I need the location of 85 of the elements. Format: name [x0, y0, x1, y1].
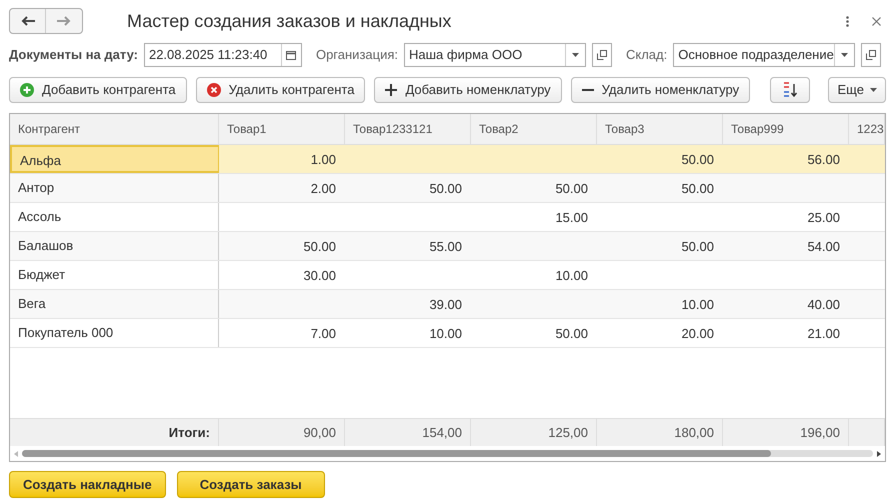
table-cell: Ассоль [10, 203, 219, 231]
field-label: Организация: [316, 46, 398, 64]
calendar-icon [286, 50, 296, 60]
field-label: Склад: [626, 46, 668, 64]
table-row[interactable]: Ассоль 15.00 25.00 [10, 203, 885, 232]
action-button[interactable]: Создать заказы [176, 471, 325, 498]
toolbar-button[interactable]: Добавить контрагента [9, 77, 187, 103]
add-icon [20, 83, 34, 97]
dropdown-icon [841, 53, 848, 57]
table-cell: Вега [10, 290, 219, 318]
table-cell: 2.00 [310, 181, 336, 196]
sort-button[interactable] [770, 77, 810, 103]
table-cell: 50.00 [681, 239, 714, 254]
field-label: Документы на дату: [9, 46, 138, 64]
back-icon [20, 16, 34, 26]
table-cell: Альфа [10, 145, 219, 173]
plus-icon [385, 84, 398, 96]
scroll-right-icon[interactable] [877, 450, 881, 456]
select-field[interactable]: Наша фирма ООО [404, 43, 586, 67]
caret-icon [870, 88, 877, 92]
table-cell: 21.00 [807, 326, 840, 341]
table-cell: 39.00 [429, 297, 462, 312]
table-cell: 50.00 [555, 181, 588, 196]
total-cell: 196,00 [800, 425, 840, 440]
close-icon [872, 16, 880, 26]
table-cell: Покупатель 000 [10, 319, 219, 347]
total-cell: 154,00 [422, 425, 462, 440]
table-cell: 50.00 [429, 181, 462, 196]
table-row[interactable]: Вега 39.00 10.00 40.00 [10, 290, 885, 319]
toolbar-button[interactable]: Добавить номенклатуру [374, 77, 562, 103]
delete-icon [206, 83, 221, 97]
window-title: Мастер создания заказов и накладных [127, 10, 452, 33]
table-row[interactable]: Бюджет 30.00 10.00 [10, 261, 885, 290]
open-icon [866, 50, 876, 60]
table-cell: 10.00 [555, 268, 588, 283]
table-cell: 50.00 [555, 326, 588, 341]
toolbar-button[interactable]: Удалить контрагента [196, 77, 366, 103]
table-cell: 10.00 [429, 326, 462, 341]
table-cell: 50.00 [681, 181, 714, 196]
table-cell: 40.00 [807, 297, 840, 312]
more-button[interactable]: Еще [828, 77, 886, 103]
more-icon [846, 16, 848, 26]
column-header[interactable]: Товар1 [219, 114, 345, 144]
table-cell: 25.00 [807, 210, 840, 225]
sort-icon [782, 82, 798, 98]
column-header[interactable]: Товар999 [723, 114, 849, 144]
column-header[interactable]: 1223 [849, 114, 885, 144]
column-header[interactable]: Контрагент [10, 114, 219, 144]
table-cell: 30.00 [303, 268, 336, 283]
scrollbar-thumb[interactable] [22, 450, 771, 457]
close-button[interactable] [869, 14, 883, 28]
table-cell: 10.00 [681, 297, 714, 312]
toolbar-button[interactable]: Удалить номенклатуру [570, 77, 750, 103]
dropdown-icon [572, 53, 579, 57]
column-header[interactable]: Товар3 [597, 114, 723, 144]
table-cell: 1.00 [310, 152, 336, 167]
open-button[interactable] [861, 43, 882, 67]
table-cell: 50.00 [681, 152, 714, 167]
column-header[interactable]: Товар2 [471, 114, 597, 144]
select-field[interactable]: Основное подразделение [673, 43, 856, 67]
open-icon [597, 50, 607, 60]
total-cell: 90,00 [303, 425, 336, 440]
total-cell: 125,00 [548, 425, 588, 440]
table-cell: 7.00 [310, 326, 336, 341]
table-cell: Бюджет [10, 261, 219, 289]
minus-icon [582, 88, 594, 92]
table-row[interactable]: Антор 2.00 50.00 50.00 50.00 [10, 174, 885, 203]
table-cell: 15.00 [555, 210, 588, 225]
table-cell: 56.00 [807, 152, 840, 167]
table-cell: 50.00 [303, 239, 336, 254]
open-button[interactable] [592, 43, 612, 67]
table-row[interactable]: Балашов 50.00 55.00 50.00 54.00 [10, 232, 885, 261]
table-cell: Антор [10, 174, 219, 202]
total-cell: 180,00 [674, 425, 714, 440]
date-field[interactable]: 22.08.2025 11:23:40 [144, 43, 302, 67]
table-cell: 55.00 [429, 239, 462, 254]
column-header[interactable]: Товар1233121 [345, 114, 471, 144]
table-row[interactable]: Альфа 1.00 50.00 56.00 [10, 145, 885, 174]
table-cell: 54.00 [807, 239, 840, 254]
table-cell: 20.00 [681, 326, 714, 341]
forward-icon [57, 16, 71, 26]
table-row[interactable]: Покупатель 000 7.00 10.00 50.00 20.00 21.00 [10, 319, 885, 348]
action-button[interactable]: Создать накладные [9, 471, 166, 498]
totals-label: Итоги: [168, 425, 210, 440]
table-cell: Балашов [10, 232, 219, 260]
